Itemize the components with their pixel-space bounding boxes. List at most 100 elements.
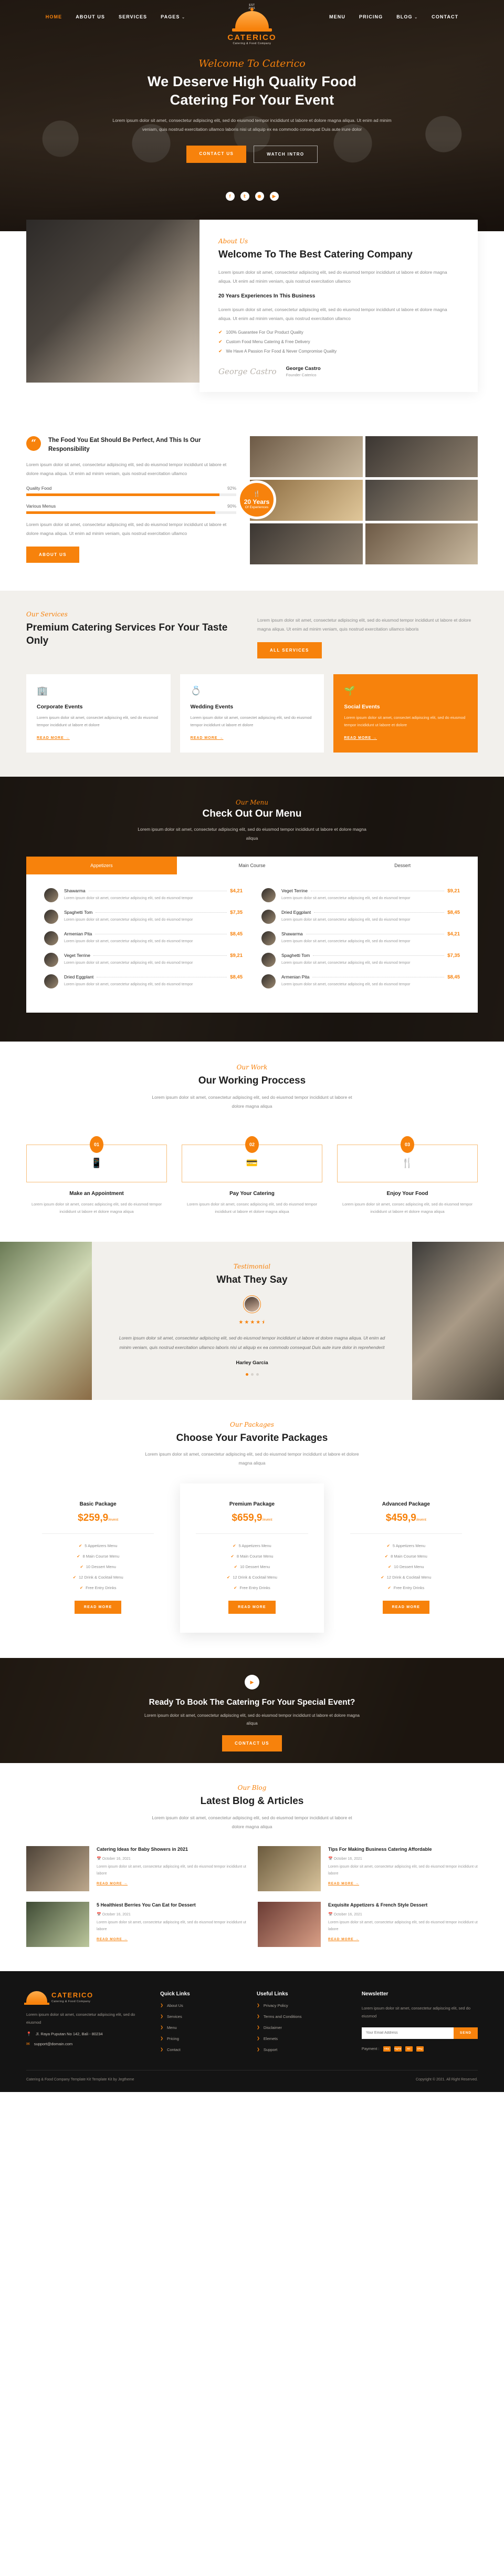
calendar-icon: 📅 [97,1857,101,1861]
nav-item-blog[interactable]: BLOG ⌄ [396,12,418,21]
pricing-card-advanced[interactable]: Advanced Package $459,9/event ✔ 5 Appetiz… [334,1488,478,1629]
plan-read-more-button[interactable]: READ MORE [382,1601,430,1614]
footer-link-about[interactable]: ❯ About Us [160,2003,243,2008]
service-read-more-link[interactable]: READ MORE → [191,736,314,740]
paypal-icon: PayPal [394,2046,402,2052]
rings-icon: 💍 [190,685,202,696]
site-logo[interactable]: ❦ EST2001 CATERICO Catering & Food Compa… [223,4,281,45]
footer-link-support[interactable]: ❯ Support [257,2047,348,2052]
slider-dot[interactable] [256,1373,259,1376]
progress-percent: 92% [227,486,236,491]
menu-description: Lorem ipsum dolor sit amet, consectetur … [138,827,366,841]
nav-item-home[interactable]: HOME [46,12,62,21]
service-read-more-link[interactable]: READ MORE → [37,736,160,740]
about-us-button[interactable]: ABOUT US [26,547,79,563]
instagram-icon[interactable]: ◉ [255,192,264,201]
footer-link-terms[interactable]: ❯ Terms and Conditions [257,2014,348,2019]
footer-link-services[interactable]: ❯ Services [160,2014,243,2019]
menu-item[interactable]: Armenian Pita $8,45 Lorem ipsum dolor sit … [44,931,243,946]
service-card-social-events[interactable]: 🌱 Social Events Lorem ipsum dolor sit am… [333,674,478,753]
footer-email-row[interactable]: ✉ support@domain.com [26,2042,146,2046]
footer-logo[interactable]: CATERICO Catering & Food Company [24,1991,146,2005]
footer-link-elemets[interactable]: ❯ Elemets [257,2036,348,2041]
newsletter-send-button[interactable]: SEND [453,2027,478,2039]
nav-item-pages[interactable]: PAGES ⌄ [161,12,185,21]
plan-read-more-button[interactable]: READ MORE [74,1601,122,1614]
menu-item[interactable]: Spaghetti Tom $7,35 Lorem ipsum dolor sit … [261,953,460,967]
nav-item-services[interactable]: SERVICES [119,12,147,21]
menu-item-name: Dried Eggplant [64,974,94,980]
menu-item[interactable]: Veget Terrine $9,21 Lorem ipsum dolor sit … [261,888,460,903]
footer-link-contact[interactable]: ❯ Contact [160,2047,243,2052]
nav-item-about[interactable]: ABOUT US [76,12,105,21]
slider-dot[interactable] [250,1373,254,1376]
chevron-right-icon: ❯ [257,2015,260,2019]
twitter-icon[interactable]: 𝕥 [240,192,249,201]
tab-dessert[interactable]: Dessert [327,857,478,874]
service-card-wedding-events[interactable]: 💍 Wedding Events Lorem ipsum dolor sit a… [180,674,324,753]
read-more-label: READ MORE [328,1881,354,1885]
service-card-corporate-events[interactable]: 🏢 Corporate Events Lorem ipsum dolor sit… [26,674,171,753]
hero-title: We Deserve High Quality Food Catering Fo… [0,73,504,109]
blog-post-card[interactable]: Tips For Making Business Catering Afford… [258,1846,478,1891]
all-services-button[interactable]: ALL SERVICES [257,642,322,658]
logo-brand-name: CATERICO [227,33,277,42]
nav-link-menu[interactable]: MENU [329,14,345,19]
menu-item[interactable]: Armenian Pita $8,45 Lorem ipsum dolor sit … [261,974,460,989]
footer-link-privacy[interactable]: ❯ Privacy Policy [257,2003,348,2008]
footer-link-disclaimer[interactable]: ❯ Disclaimer [257,2025,348,2030]
pricing-card-basic[interactable]: Basic Package $259,9/event ✔ 5 Appetizers… [26,1488,170,1629]
menu-item[interactable]: Shawarma $4,21 Lorem ipsum dolor sit amet,… [261,931,460,946]
menu-item[interactable]: Shawarma $4,21 Lorem ipsum dolor sit amet,… [44,888,243,903]
newsletter-form[interactable]: SEND [361,2027,478,2039]
nav-link-contact[interactable]: CONTACT [432,14,458,19]
plan-read-more-button[interactable]: READ MORE [228,1601,276,1614]
tab-main-course[interactable]: Main Course [177,857,328,874]
menu-item[interactable]: Dried Eggplant $8,45 Lorem ipsum dolor sit… [44,974,243,989]
facebook-icon[interactable]: f [225,192,235,201]
menu-item-body: Spaghetti Tom $7,35 Lorem ipsum dolor sit … [281,953,460,967]
nav-link-pricing[interactable]: PRICING [359,14,383,19]
menu-item-price: $8,45 [230,974,243,981]
menu-item-price: $8,45 [447,974,460,981]
tab-appetizers[interactable]: Appetizers [26,857,177,875]
menu-item-price: $9,21 [230,953,243,959]
play-video-button[interactable]: ▶ [245,1675,259,1690]
blog-read-more-link[interactable]: READ MORE → [328,1938,478,1941]
nav-link-home[interactable]: HOME [46,14,62,19]
blog-post-card[interactable]: Exquisite Appetizers & French Style Dess… [258,1901,478,1947]
nav-link-blog[interactable]: BLOG ⌄ [396,14,418,19]
nav-link-about[interactable]: ABOUT US [76,14,105,19]
menu-tabs[interactable]: Appetizers Main Course Dessert [26,857,478,875]
nav-link-pages[interactable]: PAGES ⌄ [161,14,185,19]
services-eyebrow: Our Services [26,610,68,618]
blog-post-card[interactable]: 5 Healthiest Berries You Can Eat for Des… [26,1901,246,1947]
blog-read-more-link[interactable]: READ MORE → [97,1938,246,1941]
slider-dot[interactable] [245,1373,248,1376]
nav-item-pricing[interactable]: PRICING [359,12,383,21]
watch-intro-button[interactable]: WATCH INTRO [254,146,318,163]
nav-item-menu[interactable]: MENU [329,12,345,21]
menu-item-name: Shawarma [64,888,86,894]
menu-item-name: Veget Terrine [281,888,308,894]
progress-track [26,493,236,497]
contact-us-button[interactable]: CONTACT US [186,146,247,163]
newsletter-email-input[interactable] [361,2027,454,2039]
menu-card: Appetizers Main Course Dessert Shawarma $… [26,857,478,1013]
nav-link-services[interactable]: SERVICES [119,14,147,19]
footer-brand-name: CATERICO [51,1991,93,1999]
blog-post-card[interactable]: Catering Ideas for Baby Showers in 2021 … [26,1846,246,1891]
footer-link-menu[interactable]: ❯ Menu [160,2025,243,2030]
blog-read-more-link[interactable]: READ MORE → [328,1882,478,1885]
service-read-more-link[interactable]: READ MORE → [344,736,467,740]
blog-read-more-link[interactable]: READ MORE → [97,1882,246,1885]
pricing-card-premium[interactable]: Premium Package $659,9/event ✔ 5 Appetize… [180,1483,324,1633]
cta-contact-button[interactable]: CONTACT US [222,1735,282,1751]
testimonial-slider-dots[interactable] [118,1373,386,1376]
menu-item[interactable]: Dried Eggplant $8,45 Lorem ipsum dolor sit… [261,910,460,924]
footer-link-pricing[interactable]: ❯ Pricing [160,2036,243,2041]
youtube-icon[interactable]: ▶ [269,192,279,201]
nav-item-contact[interactable]: CONTACT [432,12,458,21]
menu-item[interactable]: Spaghetti Tom $7,35 Lorem ipsum dolor sit … [44,910,243,924]
menu-item[interactable]: Veget Terrine $9,21 Lorem ipsum dolor sit … [44,953,243,967]
